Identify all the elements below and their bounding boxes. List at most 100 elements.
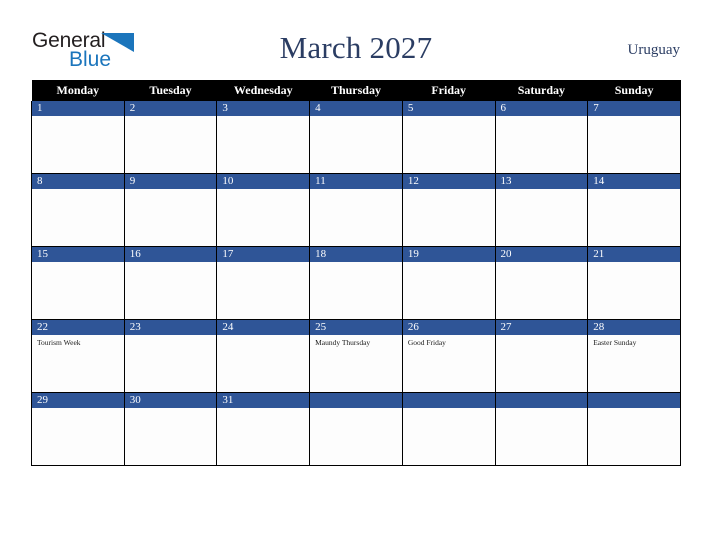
day-events xyxy=(125,189,217,192)
day-number: 10 xyxy=(217,174,310,189)
day-events: Good Friday xyxy=(403,335,495,348)
day-number: 14 xyxy=(588,174,680,189)
day-events: Easter Sunday xyxy=(588,335,680,348)
calendar-empty-cell[interactable] xyxy=(309,392,403,466)
day-number: 30 xyxy=(124,393,217,408)
weekday-header-friday: Friday xyxy=(402,80,496,101)
calendar-day-cell[interactable]: 17 xyxy=(216,246,311,320)
day-events xyxy=(310,408,402,411)
day-events xyxy=(125,262,217,265)
day-events xyxy=(217,116,309,119)
day-events xyxy=(125,116,217,119)
holiday-label: Easter Sunday xyxy=(593,338,637,347)
day-events xyxy=(403,189,495,192)
calendar-day-cell[interactable]: 27 xyxy=(494,319,589,393)
day-number: 4 xyxy=(310,101,402,116)
day-events xyxy=(310,262,402,265)
day-number: 18 xyxy=(310,247,402,262)
day-events xyxy=(125,408,217,411)
calendar-day-cell[interactable]: 5 xyxy=(401,101,496,174)
calendar-empty-cell[interactable] xyxy=(494,392,589,466)
day-number: 21 xyxy=(588,247,680,262)
day-number: 26 xyxy=(402,320,495,335)
day-number: 27 xyxy=(495,320,588,335)
calendar-day-cell[interactable]: 10 xyxy=(216,173,311,247)
day-events xyxy=(32,408,124,411)
calendar-day-cell[interactable]: 21 xyxy=(587,246,681,320)
day-number: 20 xyxy=(495,247,588,262)
calendar-day-cell[interactable]: 11 xyxy=(309,173,403,247)
day-events: Maundy Thursday xyxy=(310,335,402,348)
calendar-day-cell[interactable]: 23 xyxy=(123,319,218,393)
day-events xyxy=(125,335,217,338)
calendar-day-cell[interactable]: 3 xyxy=(216,101,311,174)
holiday-label: Maundy Thursday xyxy=(315,338,371,347)
calendar-day-cell[interactable]: 6 xyxy=(494,101,589,174)
calendar-day-cell[interactable]: 14 xyxy=(587,173,681,247)
day-number xyxy=(402,393,495,408)
day-events xyxy=(217,335,309,338)
day-number: 13 xyxy=(495,174,588,189)
day-number: 1 xyxy=(32,101,124,116)
calendar-day-cell[interactable]: 31 xyxy=(216,392,311,466)
day-number: 22 xyxy=(32,320,124,335)
day-number: 12 xyxy=(402,174,495,189)
calendar-body: 1 2 3 4 5 6 7 8 9 10 11 12 13 14 15 16 17 18 19 20 21 22 Touri… xyxy=(31,101,681,466)
page-title: March 2027 xyxy=(279,30,433,65)
calendar-day-cell[interactable]: 15 xyxy=(31,246,125,320)
calendar-day-cell[interactable]: 12 xyxy=(401,173,496,247)
day-events xyxy=(32,116,124,119)
day-events xyxy=(217,408,309,411)
calendar-day-cell[interactable]: 7 xyxy=(587,101,681,174)
holiday-label: Tourism Week xyxy=(37,338,81,347)
weekday-header-tuesday: Tuesday xyxy=(124,80,217,101)
day-number: 24 xyxy=(217,320,310,335)
day-events xyxy=(588,116,680,119)
day-number: 15 xyxy=(32,247,124,262)
day-number: 17 xyxy=(217,247,310,262)
calendar-day-cell[interactable]: 19 xyxy=(401,246,496,320)
day-number: 28 xyxy=(588,320,680,335)
calendar-day-cell[interactable]: 24 xyxy=(216,319,311,393)
calendar-empty-cell[interactable] xyxy=(587,392,681,466)
day-events xyxy=(496,262,588,265)
weekday-header-wednesday: Wednesday xyxy=(216,80,310,101)
day-number: 11 xyxy=(310,174,402,189)
calendar-day-cell[interactable]: 18 xyxy=(309,246,403,320)
calendar-empty-cell[interactable] xyxy=(401,392,496,466)
calendar-day-cell[interactable]: 25 Maundy Thursday xyxy=(309,319,403,393)
calendar-day-cell[interactable]: 9 xyxy=(123,173,218,247)
calendar-container: Monday Tuesday Wednesday Thursday Friday… xyxy=(31,80,681,466)
day-events xyxy=(403,116,495,119)
day-events xyxy=(217,189,309,192)
calendar-day-cell[interactable]: 2 xyxy=(123,101,218,174)
calendar-day-cell[interactable]: 20 xyxy=(494,246,589,320)
day-number: 19 xyxy=(402,247,495,262)
calendar-day-cell[interactable]: 28 Easter Sunday xyxy=(587,319,681,393)
calendar-day-cell[interactable]: 22 Tourism Week xyxy=(31,319,125,393)
calendar-day-cell[interactable]: 29 xyxy=(31,392,125,466)
day-events xyxy=(217,262,309,265)
weekday-header-thursday: Thursday xyxy=(309,80,403,101)
day-number xyxy=(310,393,402,408)
day-number: 23 xyxy=(124,320,217,335)
day-number xyxy=(588,393,680,408)
page-header: General Blue March 2027 Uruguay xyxy=(0,0,712,80)
calendar-day-cell[interactable]: 1 xyxy=(31,101,125,174)
day-events xyxy=(496,408,588,411)
day-number: 9 xyxy=(124,174,217,189)
country-label: Uruguay xyxy=(627,42,681,58)
day-events xyxy=(588,189,680,192)
calendar-week-row: 29 30 31 xyxy=(31,392,681,466)
day-number: 6 xyxy=(495,101,588,116)
day-events xyxy=(403,408,495,411)
day-events xyxy=(496,116,588,119)
calendar-day-cell[interactable]: 8 xyxy=(31,173,125,247)
calendar-day-cell[interactable]: 26 Good Friday xyxy=(401,319,496,393)
calendar-day-cell[interactable]: 16 xyxy=(123,246,218,320)
calendar-day-cell[interactable]: 30 xyxy=(123,392,218,466)
calendar-day-cell[interactable]: 4 xyxy=(309,101,403,174)
day-number: 31 xyxy=(217,393,310,408)
calendar-day-cell[interactable]: 13 xyxy=(494,173,589,247)
day-events xyxy=(32,262,124,265)
